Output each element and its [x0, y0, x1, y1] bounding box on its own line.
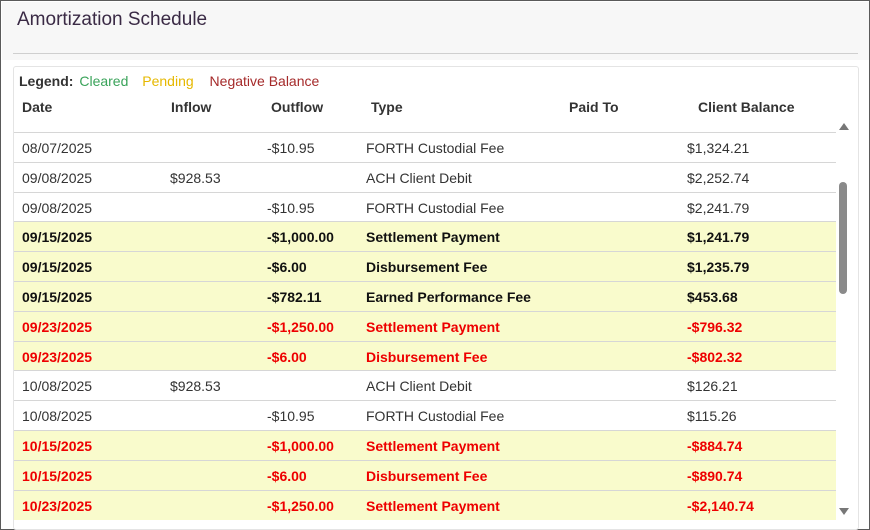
cell-outflow: -$1,250.00	[267, 497, 334, 514]
cell-client-balance: -$796.32	[687, 318, 743, 335]
cell-client-balance: -$2,140.74	[687, 497, 754, 514]
cell-inflow: $928.53	[170, 169, 221, 186]
table-row[interactable]: 09/23/2025 -$1,250.00 Settlement Payment -$…	[14, 310, 836, 341]
header-divider	[13, 53, 858, 54]
cell-type: Settlement Payment	[366, 438, 500, 454]
cell-inflow: $928.53	[170, 378, 221, 395]
cell-client-balance: $453.68	[687, 289, 738, 305]
cell-type: Settlement Payment	[366, 229, 500, 246]
column-header-client-balance[interactable]: Client Balance	[698, 99, 794, 115]
table-row[interactable]: 10/23/2025 -$1,250.00 Settlement Payment -$…	[14, 489, 836, 520]
page-title: Amortization Schedule	[17, 9, 208, 30]
cell-client-balance: -$884.74	[687, 438, 743, 454]
cell-date: 08/07/2025	[22, 140, 93, 156]
cell-client-balance: -$890.74	[687, 467, 743, 484]
column-header-paid-to[interactable]: Paid To	[569, 99, 619, 115]
cell-client-balance: $2,241.79	[687, 199, 750, 216]
cell-date: 09/15/2025	[22, 289, 93, 305]
cell-type: FORTH Custodial Fee	[366, 408, 505, 425]
cell-date: 09/23/2025	[22, 348, 93, 365]
cell-date: 10/23/2025	[22, 497, 93, 514]
legend-label: Legend:	[19, 73, 74, 89]
schedule-panel: Legend: Cleared Pending Negative Balance…	[13, 66, 859, 530]
cell-client-balance: $115.26	[687, 408, 737, 425]
vertical-scrollbar[interactable]	[838, 119, 852, 529]
cell-type: Disbursement Fee	[366, 259, 488, 276]
cell-client-balance: $1,241.79	[687, 229, 750, 246]
cell-outflow: -$1,250.00	[267, 318, 334, 335]
cell-outflow: -$10.95	[267, 199, 315, 216]
cell-type: Settlement Payment	[366, 318, 500, 335]
cell-client-balance: $126.21	[687, 378, 738, 395]
arrow-down-icon[interactable]	[839, 508, 849, 515]
cell-outflow: -$782.11	[267, 289, 322, 305]
table-row[interactable]: 09/15/2025 -$1,000.00 Settlement Payment $1…	[14, 221, 836, 252]
table-row[interactable]: 09/08/2025 $928.53 ACH Client Debit $2,252.…	[14, 161, 836, 192]
table-row[interactable]: 10/15/2025 -$1,000.00 Settlement Payment -$…	[14, 430, 836, 460]
table-row[interactable]: 08/07/2025 -$10.95 FORTH Custodial Fee $1,3…	[14, 132, 836, 162]
cell-date: 10/15/2025	[22, 467, 93, 484]
cell-date: 09/15/2025	[22, 229, 93, 246]
schedule-table-body: 08/07/2025 -$10.95 FORTH Custodial Fee $1,3…	[14, 132, 836, 529]
cell-client-balance: $2,252.74	[687, 169, 750, 186]
cell-date: 10/08/2025	[22, 408, 93, 425]
cell-date: 10/15/2025	[22, 438, 93, 454]
cell-type: FORTH Custodial Fee	[366, 199, 505, 216]
table-row[interactable]: 09/08/2025 -$10.95 FORTH Custodial Fee $2,2…	[14, 191, 836, 222]
cell-type: ACH Client Debit	[366, 378, 472, 395]
legend-negative-balance: Negative Balance	[209, 73, 320, 89]
cell-client-balance: $1,235.79	[687, 259, 750, 276]
header-bar: Amortization Schedule	[2, 2, 869, 60]
legend: Legend: Cleared Pending Negative Balance	[19, 73, 319, 89]
cell-outflow: -$6.00	[267, 348, 307, 365]
cell-outflow: -$10.95	[267, 408, 315, 425]
cell-outflow: -$10.95	[267, 140, 315, 156]
scrollbar-thumb[interactable]	[839, 182, 847, 294]
cell-date: 09/08/2025	[22, 199, 93, 216]
cell-outflow: -$6.00	[267, 259, 307, 276]
cell-date: 09/08/2025	[22, 169, 93, 186]
column-header-outflow[interactable]: Outflow	[271, 99, 323, 115]
cell-type: Disbursement Fee	[366, 348, 488, 365]
cell-date: 09/23/2025	[22, 318, 93, 335]
cell-type: Disbursement Fee	[366, 467, 488, 484]
cell-type: ACH Client Debit	[366, 169, 472, 186]
cell-type: Earned Performance Fee	[366, 289, 531, 305]
cell-client-balance: -$802.32	[687, 348, 743, 365]
cell-type: Settlement Payment	[366, 497, 500, 514]
cell-outflow: -$1,000.00	[267, 438, 334, 454]
cell-client-balance: $1,324.21	[687, 140, 750, 156]
table-row[interactable]: 09/23/2025 -$6.00 Disbursement Fee -$802.32	[14, 340, 836, 371]
table-row[interactable]: 09/15/2025 -$6.00 Disbursement Fee $1,235.7…	[14, 251, 836, 282]
cell-date: 10/08/2025	[22, 378, 93, 395]
amortization-window: Amortization Schedule Legend: Cleared Pe…	[0, 0, 870, 530]
table-row[interactable]: 10/08/2025 -$10.95 FORTH Custodial Fee $115…	[14, 400, 836, 430]
cell-date: 09/15/2025	[22, 259, 93, 276]
table-row[interactable]: 09/15/2025 -$782.11 Earned Performance Fee…	[14, 281, 836, 311]
table-row[interactable]: 10/15/2025 -$6.00 Disbursement Fee -$890.74	[14, 459, 836, 490]
legend-cleared: Cleared	[79, 73, 129, 89]
table-row[interactable]: 10/08/2025 $928.53 ACH Client Debit $126.21	[14, 370, 836, 400]
arrow-up-icon[interactable]	[839, 123, 849, 130]
column-header-date[interactable]: Date	[22, 99, 52, 115]
column-header-type[interactable]: Type	[371, 99, 403, 115]
cell-outflow: -$6.00	[267, 467, 307, 484]
cell-type: FORTH Custodial Fee	[366, 140, 505, 156]
column-header-inflow[interactable]: Inflow	[171, 99, 211, 115]
cell-outflow: -$1,000.00	[267, 229, 334, 246]
legend-pending: Pending	[142, 73, 194, 89]
